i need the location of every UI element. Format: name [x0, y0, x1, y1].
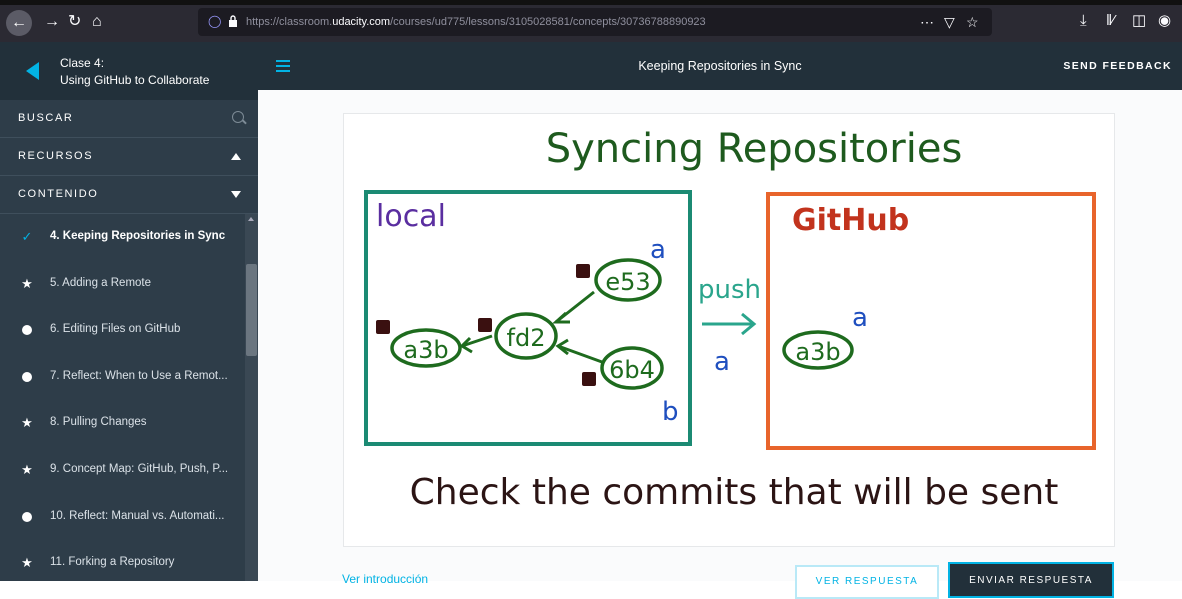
- concept-label: 6. Editing Files on GitHub: [50, 323, 181, 336]
- concept-label: 11. Forking a Repository: [50, 556, 175, 569]
- commit-a3b: a3b: [390, 328, 462, 368]
- account-icon[interactable]: ◉: [1158, 12, 1171, 30]
- check-icon: ✓: [21, 229, 33, 244]
- concept-label: 9. Concept Map: GitHub, Push, P...: [50, 462, 229, 475]
- svg-text:fd2: fd2: [507, 324, 546, 352]
- checkbox-icons: [376, 264, 596, 386]
- svg-text:a3b: a3b: [795, 338, 840, 366]
- content-section[interactable]: CONTENIDO: [0, 176, 258, 214]
- star-icon: ★: [21, 415, 33, 431]
- resources-label: RECURSOS: [18, 150, 94, 162]
- github-label: GitHub: [792, 203, 909, 238]
- lesson-header[interactable]: Clase 4: Using GitHub to Collaborate: [0, 42, 258, 100]
- not-visited-dot-icon: [22, 325, 32, 336]
- sync-diagram: Syncing Repositories local GitHub a3b fd…: [364, 126, 1096, 513]
- svg-text:a3b: a3b: [403, 336, 448, 364]
- concept-item[interactable]: 6. Editing Files on GitHub: [0, 307, 245, 354]
- star-icon[interactable]: ☆: [966, 13, 979, 31]
- concept-label: 7. Reflect: When to Use a Remot...: [50, 369, 228, 382]
- submit-answer-button[interactable]: ENVIAR RESPUESTA: [948, 562, 1114, 598]
- github-commit-a3b: a3b: [782, 330, 854, 370]
- page-header: Keeping Repositories in Sync SEND FEEDBA…: [258, 42, 1182, 90]
- url-text[interactable]: https://classroom.udacity.com/courses/ud…: [246, 14, 706, 30]
- svg-text:6b4: 6b4: [609, 356, 655, 384]
- push-label: push: [698, 275, 761, 305]
- concept-item[interactable]: ★ 9. Concept Map: GitHub, Push, P...: [0, 447, 245, 494]
- lesson-title: Using GitHub to Collaborate: [60, 73, 210, 87]
- shield-icon[interactable]: ◯: [208, 14, 221, 28]
- send-feedback-button[interactable]: SEND FEEDBACK: [1063, 42, 1172, 90]
- address-bar[interactable]: ◯ https://classroom.udacity.com/courses/…: [198, 8, 992, 36]
- concept-label: 8. Pulling Changes: [50, 416, 147, 429]
- concept-label: 10. Reflect: Manual vs. Automati...: [50, 509, 225, 522]
- lesson-number: Clase 4:: [60, 56, 105, 70]
- scroll-up-arrow-icon[interactable]: [248, 217, 254, 221]
- back-to-lesson-icon[interactable]: [26, 62, 39, 80]
- sketch-caption: Check the commits that will be sent: [410, 472, 1059, 513]
- local-label: local: [376, 199, 446, 234]
- browser-toolbar: ← → ↻ ⌂ ◯ https://classroom.udacity.com/…: [0, 0, 1182, 42]
- library-icon[interactable]: ‖⁄: [1106, 12, 1115, 30]
- tab-strip: [0, 0, 1182, 5]
- concept-label: 5. Adding a Remote: [50, 276, 152, 289]
- concept-item[interactable]: ✓ 4. Keeping Repositories in Sync: [0, 214, 245, 261]
- content-label: CONTENIDO: [18, 188, 99, 200]
- reload-icon[interactable]: ↻: [68, 12, 81, 32]
- push-branch-label: a: [714, 347, 730, 377]
- concept-item[interactable]: 7. Reflect: When to Use a Remot...: [0, 354, 245, 401]
- classroom-sidebar: Clase 4: Using GitHub to Collaborate BUS…: [0, 42, 258, 581]
- forward-arrow-icon[interactable]: →: [44, 12, 60, 32]
- concept-label: 4. Keeping Repositories in Sync: [50, 230, 226, 242]
- lesson-video[interactable]: Syncing Repositories local GitHub a3b fd…: [343, 113, 1115, 547]
- sidebar-toggle-icon[interactable]: ◫: [1132, 12, 1146, 30]
- intro-link[interactable]: Ver introducción: [342, 572, 428, 586]
- search-section[interactable]: BUSCAR: [0, 100, 258, 138]
- page-title: Keeping Repositories in Sync: [638, 59, 802, 73]
- branch-b-label: b: [662, 397, 679, 427]
- pocket-icon[interactable]: ▽: [944, 13, 955, 31]
- commit-e53: e53: [594, 258, 662, 302]
- commit-fd2: fd2: [494, 312, 558, 360]
- push-arrow: [702, 312, 757, 336]
- not-visited-dot-icon: [22, 371, 32, 382]
- branch-a-label: a: [650, 235, 666, 265]
- svg-text:e53: e53: [605, 268, 650, 296]
- concept-item[interactable]: 10. Reflect: Manual vs. Automati...: [0, 494, 245, 541]
- sketch-title: Syncing Repositories: [546, 126, 963, 172]
- resources-section[interactable]: RECURSOS: [0, 138, 258, 176]
- collapse-up-icon[interactable]: [231, 153, 241, 160]
- home-icon[interactable]: ⌂: [92, 12, 102, 32]
- download-icon[interactable]: ⤓: [1080, 12, 1087, 30]
- expand-down-icon[interactable]: [231, 191, 241, 198]
- main-content: Syncing Repositories local GitHub a3b fd…: [258, 90, 1182, 599]
- scrollbar-thumb[interactable]: [246, 264, 257, 356]
- search-label: BUSCAR: [18, 112, 74, 124]
- concept-list: ✓ 4. Keeping Repositories in Sync ★ 5. Addi…: [0, 214, 245, 581]
- concept-item[interactable]: ★ 5. Adding a Remote: [0, 261, 245, 308]
- lock-icon[interactable]: [228, 15, 238, 27]
- show-answer-button[interactable]: VER RESPUESTA: [795, 565, 939, 599]
- star-icon: ★: [21, 461, 33, 477]
- concept-item[interactable]: ★ 11. Forking a Repository: [0, 540, 245, 581]
- concept-item[interactable]: ★ 8. Pulling Changes: [0, 400, 245, 447]
- star-icon: ★: [21, 275, 33, 291]
- more-icon[interactable]: ⋯: [920, 13, 934, 31]
- github-branch-a-label: a: [852, 303, 868, 333]
- star-icon: ★: [21, 555, 33, 571]
- back-arrow-icon[interactable]: ←: [6, 10, 32, 36]
- not-visited-dot-icon: [22, 511, 32, 522]
- search-icon[interactable]: [232, 111, 244, 123]
- commit-6b4: 6b4: [600, 346, 664, 390]
